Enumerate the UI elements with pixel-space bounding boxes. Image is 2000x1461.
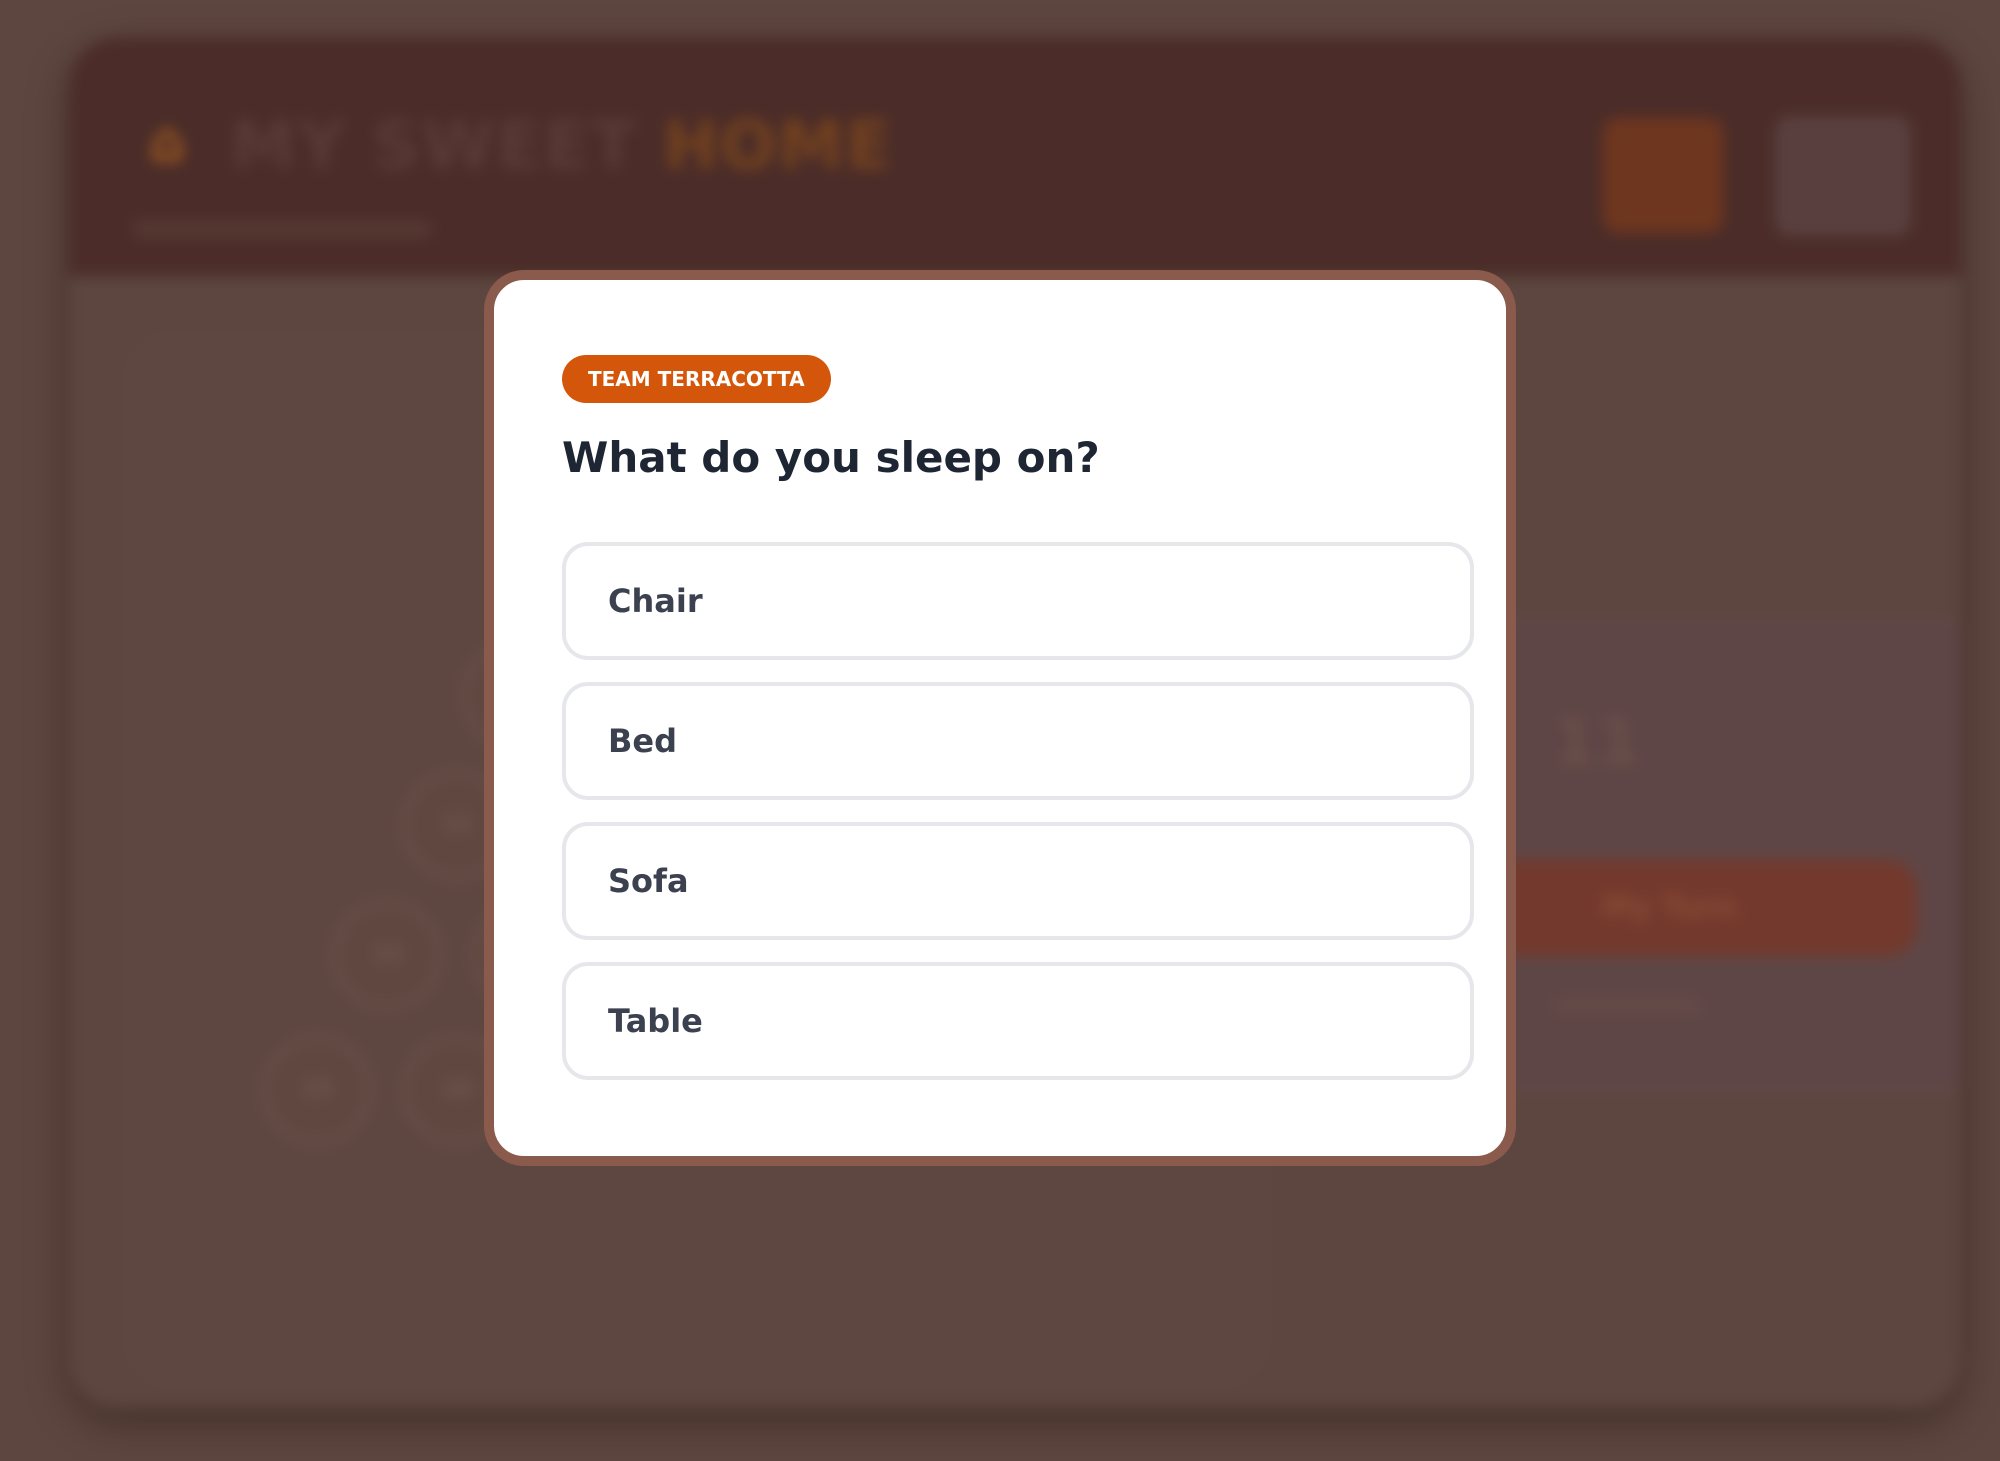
question-text: What do you sleep on? [562, 433, 1100, 482]
house-icon: ⌂ [150, 110, 185, 173]
answer-option-label: Bed [608, 722, 677, 760]
turn-note [1552, 998, 1702, 1014]
logo-tagline [132, 220, 432, 238]
answer-option-sofa[interactable]: Sofa [562, 822, 1474, 940]
answer-options: Chair Bed Sofa Table [562, 542, 1474, 1102]
app-logo-title: MY SWEET HOME [230, 106, 893, 186]
answer-option-table[interactable]: Table [562, 962, 1474, 1080]
header-menu-button[interactable] [1775, 116, 1911, 236]
answer-option-chair[interactable]: Chair [562, 542, 1474, 660]
answer-option-bed[interactable]: Bed [562, 682, 1474, 800]
answer-option-label: Chair [608, 582, 703, 620]
team-badge: TEAM TERRACOTTA [562, 355, 831, 403]
answer-option-label: Table [608, 1002, 703, 1040]
header-action-button[interactable] [1603, 118, 1723, 233]
answer-option-label: Sofa [608, 862, 689, 900]
app-header: ⌂ MY SWEET HOME [70, 38, 1960, 276]
logo-title-accent: HOME [662, 107, 894, 184]
board-space[interactable]: 13 [332, 900, 442, 1010]
question-modal: TEAM TERRACOTTA What do you sleep on? Ch… [484, 270, 1516, 1166]
board-space[interactable]: 15 [262, 1035, 372, 1145]
logo-title-primary: MY SWEET [230, 107, 638, 184]
my-turn-button-label: My Turn [1602, 890, 1737, 925]
score-value: 11 [1552, 706, 1642, 780]
